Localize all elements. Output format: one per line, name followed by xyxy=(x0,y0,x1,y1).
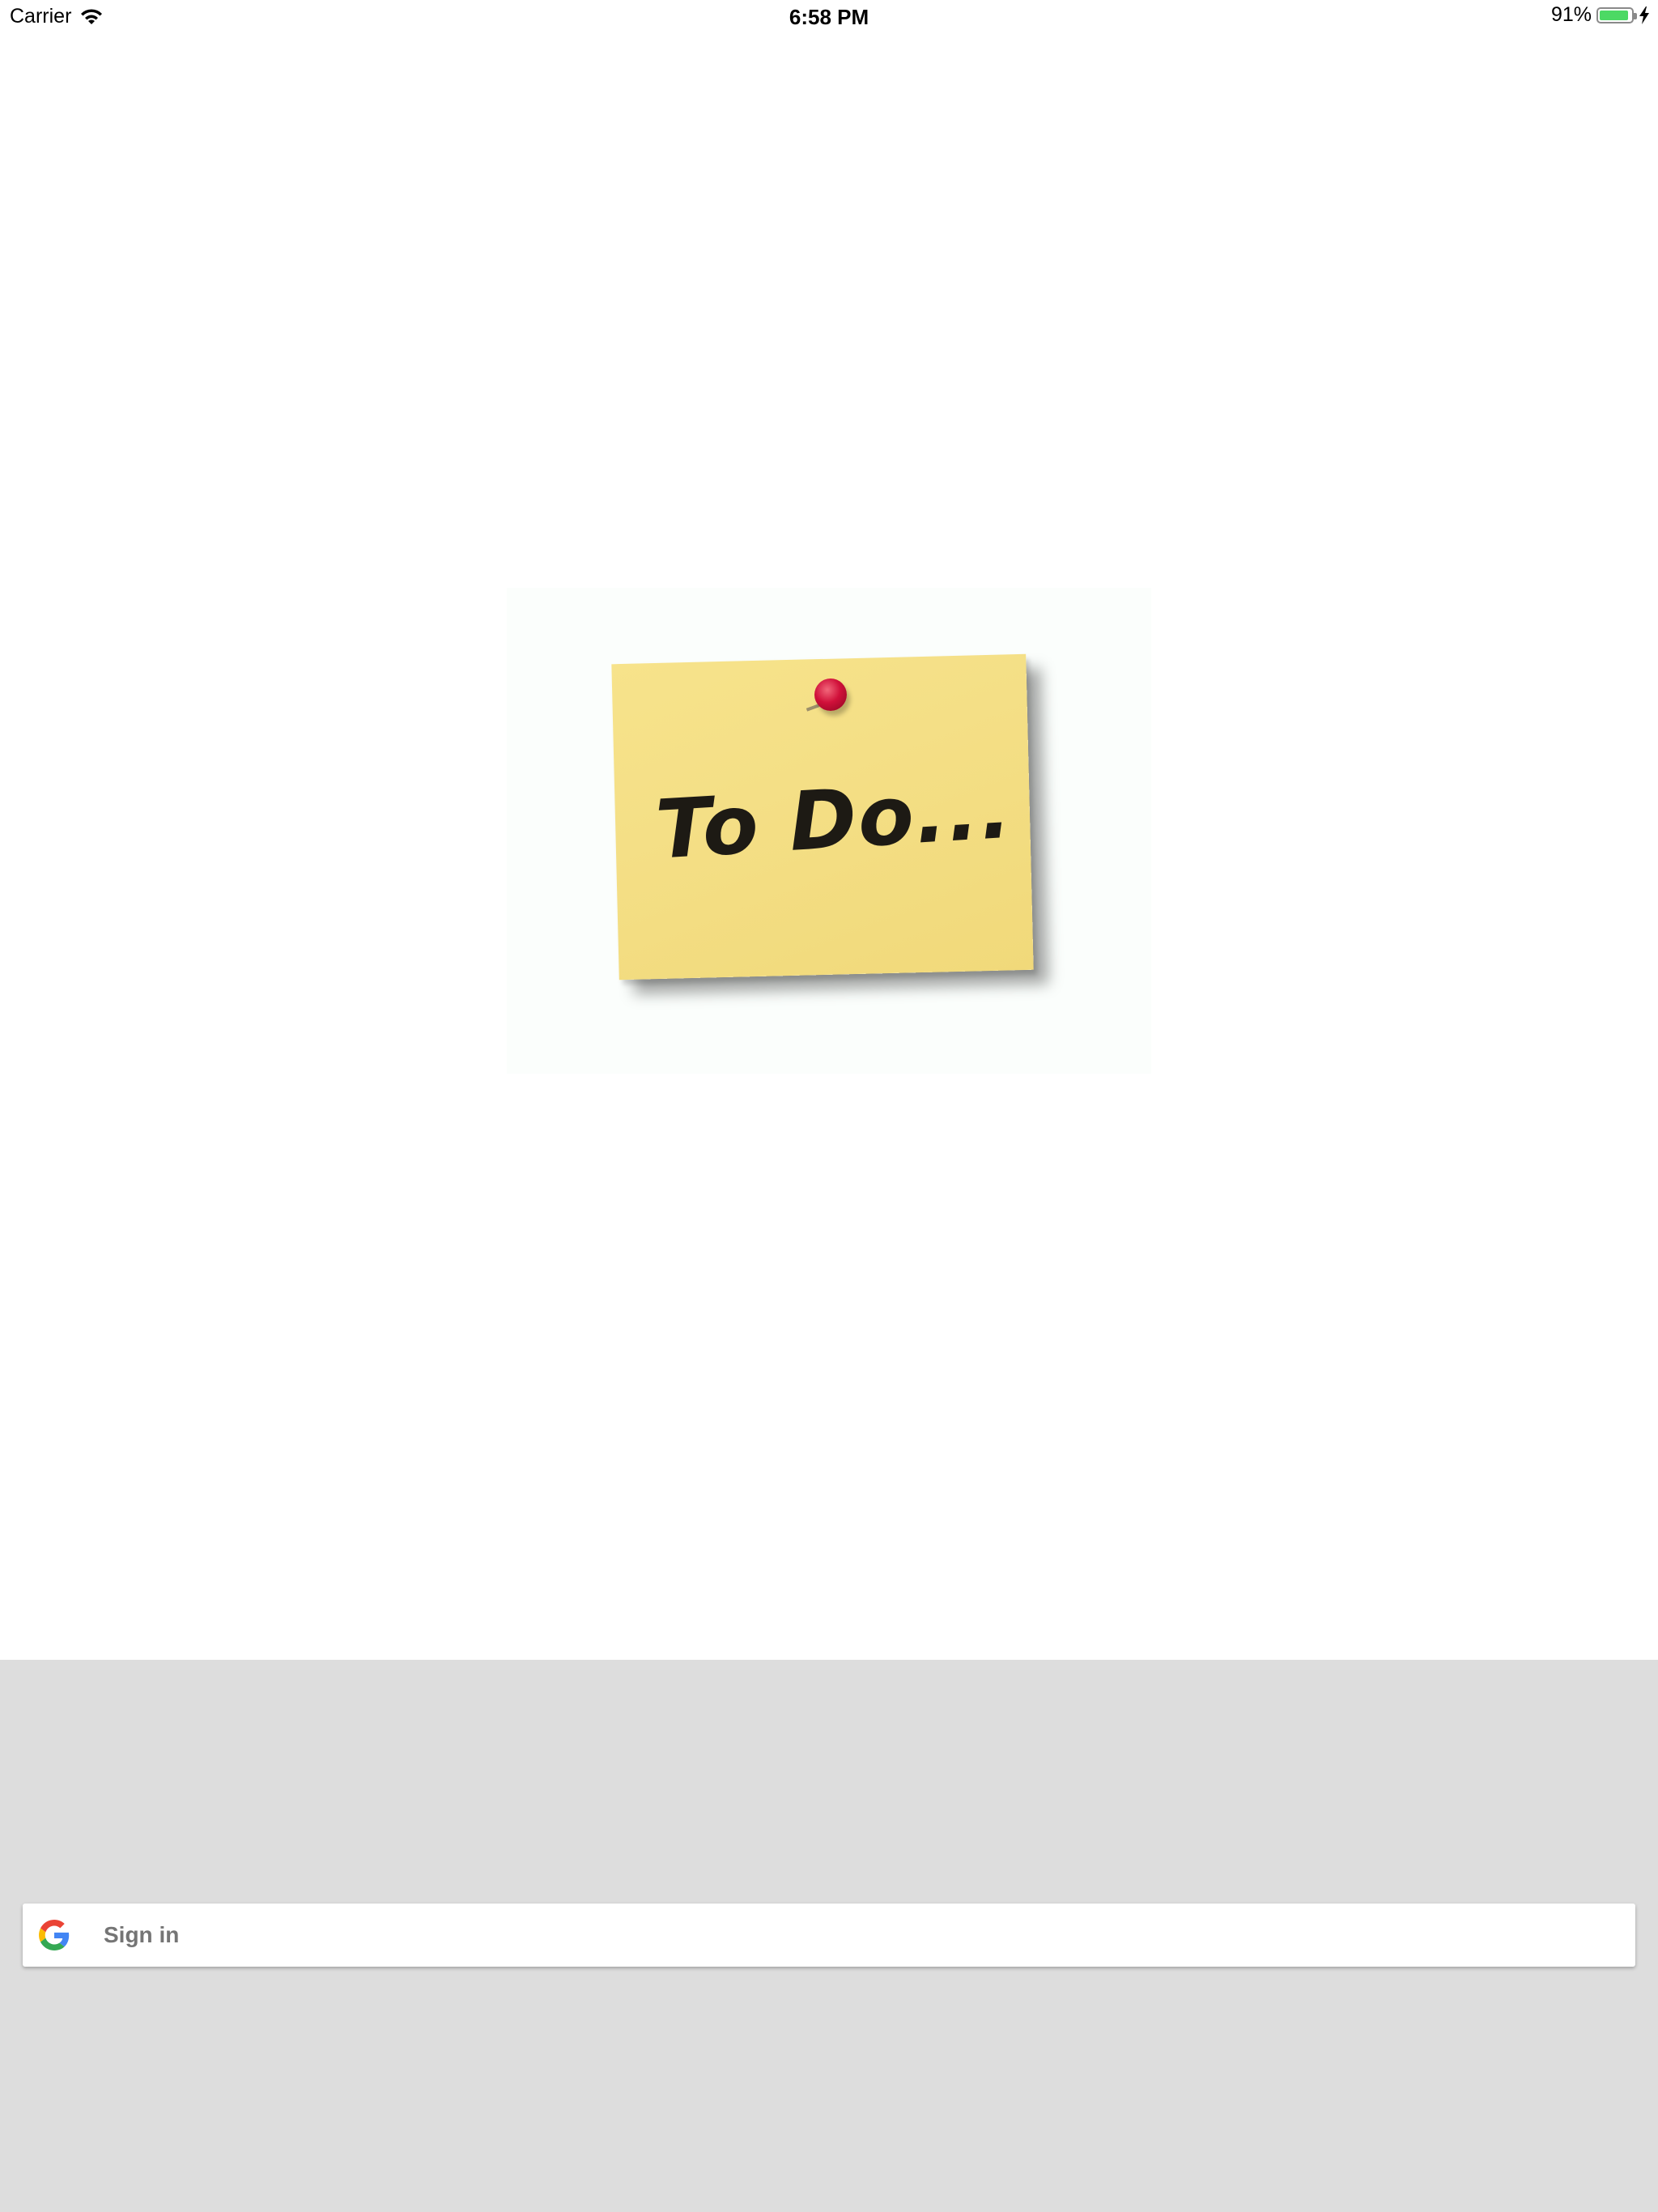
signin-label: Sign in xyxy=(104,1922,180,1947)
signin-panel: Sign in xyxy=(0,1660,1658,2212)
sticky-note-text: To Do... xyxy=(653,761,1015,878)
status-bar: Carrier 6:58 PM 91% xyxy=(0,0,1658,32)
google-g-icon xyxy=(39,1920,70,1950)
status-right: 91% xyxy=(1551,3,1650,27)
google-signin-button[interactable]: Sign in xyxy=(23,1904,1635,1967)
todo-note-image: To Do... xyxy=(507,588,1151,1074)
status-time: 6:58 PM xyxy=(789,5,869,29)
battery-percent: 91% xyxy=(1550,3,1592,26)
hero-area: To Do... xyxy=(0,32,1658,1660)
battery-cap xyxy=(1634,12,1637,19)
pushpin-icon xyxy=(814,678,847,711)
battery-level xyxy=(1600,10,1628,20)
battery-icon xyxy=(1596,6,1637,23)
charging-bolt-icon xyxy=(1639,6,1649,24)
